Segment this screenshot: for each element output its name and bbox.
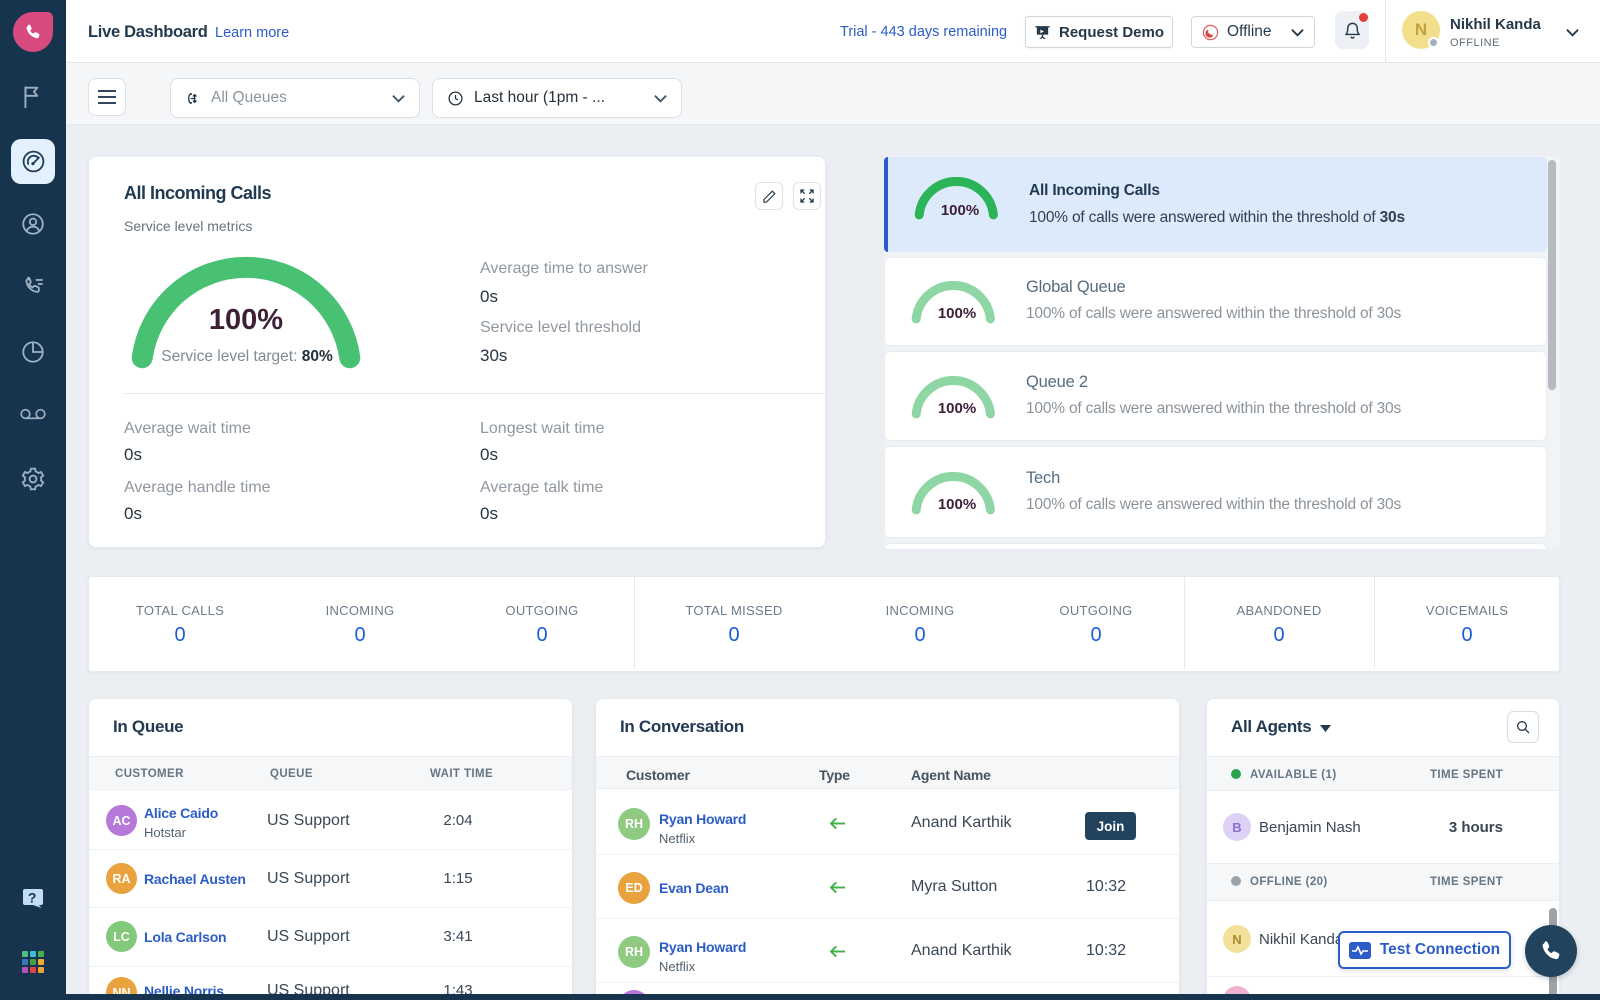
svg-text:?: ? — [28, 890, 37, 906]
